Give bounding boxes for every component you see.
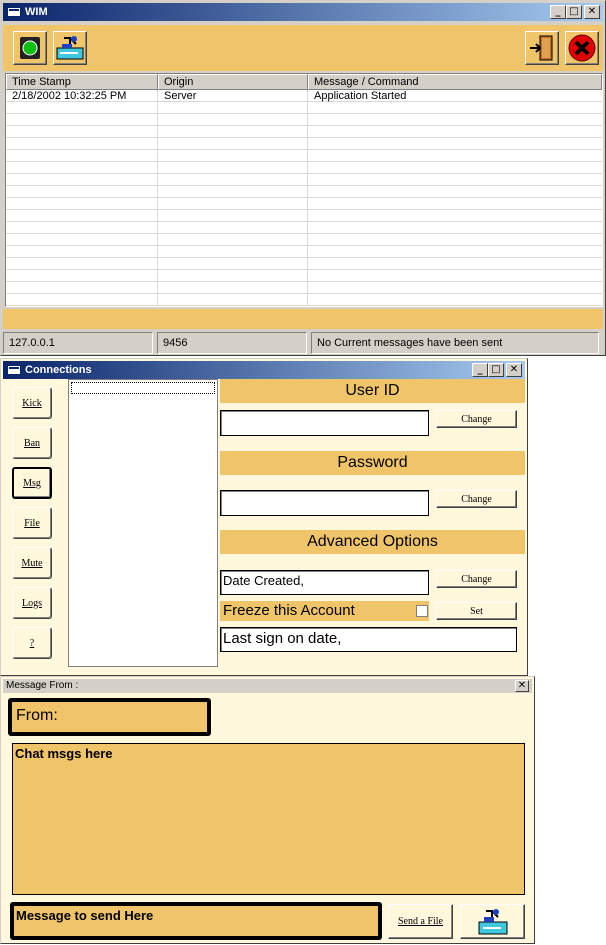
window-icon [7,365,21,375]
connections-window: Connections _ □ ✕ Kick Ban Msg File Mute… [0,358,528,676]
password-header: Password [220,451,525,475]
from-label: From: [16,707,58,724]
computer-send-icon [56,36,84,60]
status-message: No Current messages have been sent [311,332,599,354]
file-button[interactable]: File [12,507,52,539]
change-user-id-button[interactable]: Change [436,410,517,428]
connections-titlebar[interactable]: Connections _ □ ✕ [3,361,525,379]
message-input[interactable]: Message to send Here [10,902,382,940]
ban-button[interactable]: Ban [12,427,52,459]
maximize-button[interactable]: □ [566,5,582,19]
close-button[interactable]: ✕ [584,5,600,19]
table-row[interactable]: 2/18/2002 10:32:25 PM Server Application… [6,90,602,102]
kick-button[interactable]: Kick [12,387,52,419]
message-titlebar[interactable]: Message From : ✕ [3,679,532,693]
logs-button[interactable]: Logs [12,587,52,619]
send-file-button[interactable]: Send a File [388,904,453,939]
date-created-field[interactable]: Date Created, [220,570,429,595]
advanced-options-header: Advanced Options [220,530,525,554]
green-light-icon [20,37,40,59]
freeze-checkbox[interactable] [416,605,428,617]
row-origin: Server [164,90,197,102]
red-x-close-icon [568,34,596,62]
computer-send-icon [478,908,507,934]
send-message-button[interactable] [460,904,525,939]
connected-users-list[interactable] [68,379,218,667]
column-header-message[interactable]: Message / Command [308,74,602,90]
change-date-button[interactable]: Change [436,570,517,588]
msg-button[interactable]: Msg [12,467,52,499]
message-window: Message From : ✕ From: Chat msgs here Me… [0,676,535,944]
set-freeze-button[interactable]: Set [436,602,517,620]
chat-text: Chat msgs here [15,746,113,761]
wim-titlebar[interactable]: WIM _ □ ✕ [3,3,603,21]
exit-button[interactable] [525,31,559,65]
row-message: Application Started [314,90,407,102]
status-ip: 127.0.0.1 [3,332,153,354]
from-field[interactable]: From: [8,698,211,736]
user-id-header: User ID [220,379,525,403]
message-title: Message From : [6,680,79,691]
close-button[interactable]: ✕ [515,680,529,692]
wim-window: WIM _ □ ✕ Time Stamp Origin Message / Co… [0,0,606,356]
list-focus-item[interactable] [71,382,215,394]
message-input-text: Message to send Here [16,908,154,923]
connect-button[interactable] [13,31,47,65]
mute-button[interactable]: Mute [12,547,52,579]
window-icon [7,7,21,17]
change-password-button[interactable]: Change [436,490,517,508]
row-time: 2/18/2002 10:32:25 PM [12,90,127,102]
wim-title: WIM [25,6,48,18]
connections-title: Connections [25,364,92,376]
last-sign-on-field[interactable]: Last sign on date, [220,627,517,652]
wim-gold-strip [3,309,603,329]
close-button[interactable]: ✕ [506,363,522,377]
list-body: 2/18/2002 10:32:25 PM Server Application… [6,90,602,306]
minimize-button[interactable]: _ [472,363,488,377]
freeze-row: Freeze this Account [220,601,429,621]
column-header-time[interactable]: Time Stamp [6,74,158,90]
user-id-field[interactable] [220,410,429,436]
freeze-label: Freeze this Account [223,602,355,619]
maximize-button[interactable]: □ [488,363,504,377]
chat-messages-area[interactable]: Chat msgs here [12,743,525,895]
send-computer-button[interactable] [53,31,87,65]
column-header-origin[interactable]: Origin [158,74,308,90]
minimize-button[interactable]: _ [550,5,566,19]
status-bar: 127.0.0.1 9456 No Current messages have … [3,329,603,355]
close-app-button[interactable] [565,31,599,65]
exit-door-icon [530,35,553,61]
password-field[interactable] [220,490,429,516]
message-log-list[interactable]: Time Stamp Origin Message / Command 2/18… [5,73,603,307]
status-port: 9456 [157,332,307,354]
help-button[interactable]: ? [12,627,52,659]
wim-toolbar [3,25,603,71]
